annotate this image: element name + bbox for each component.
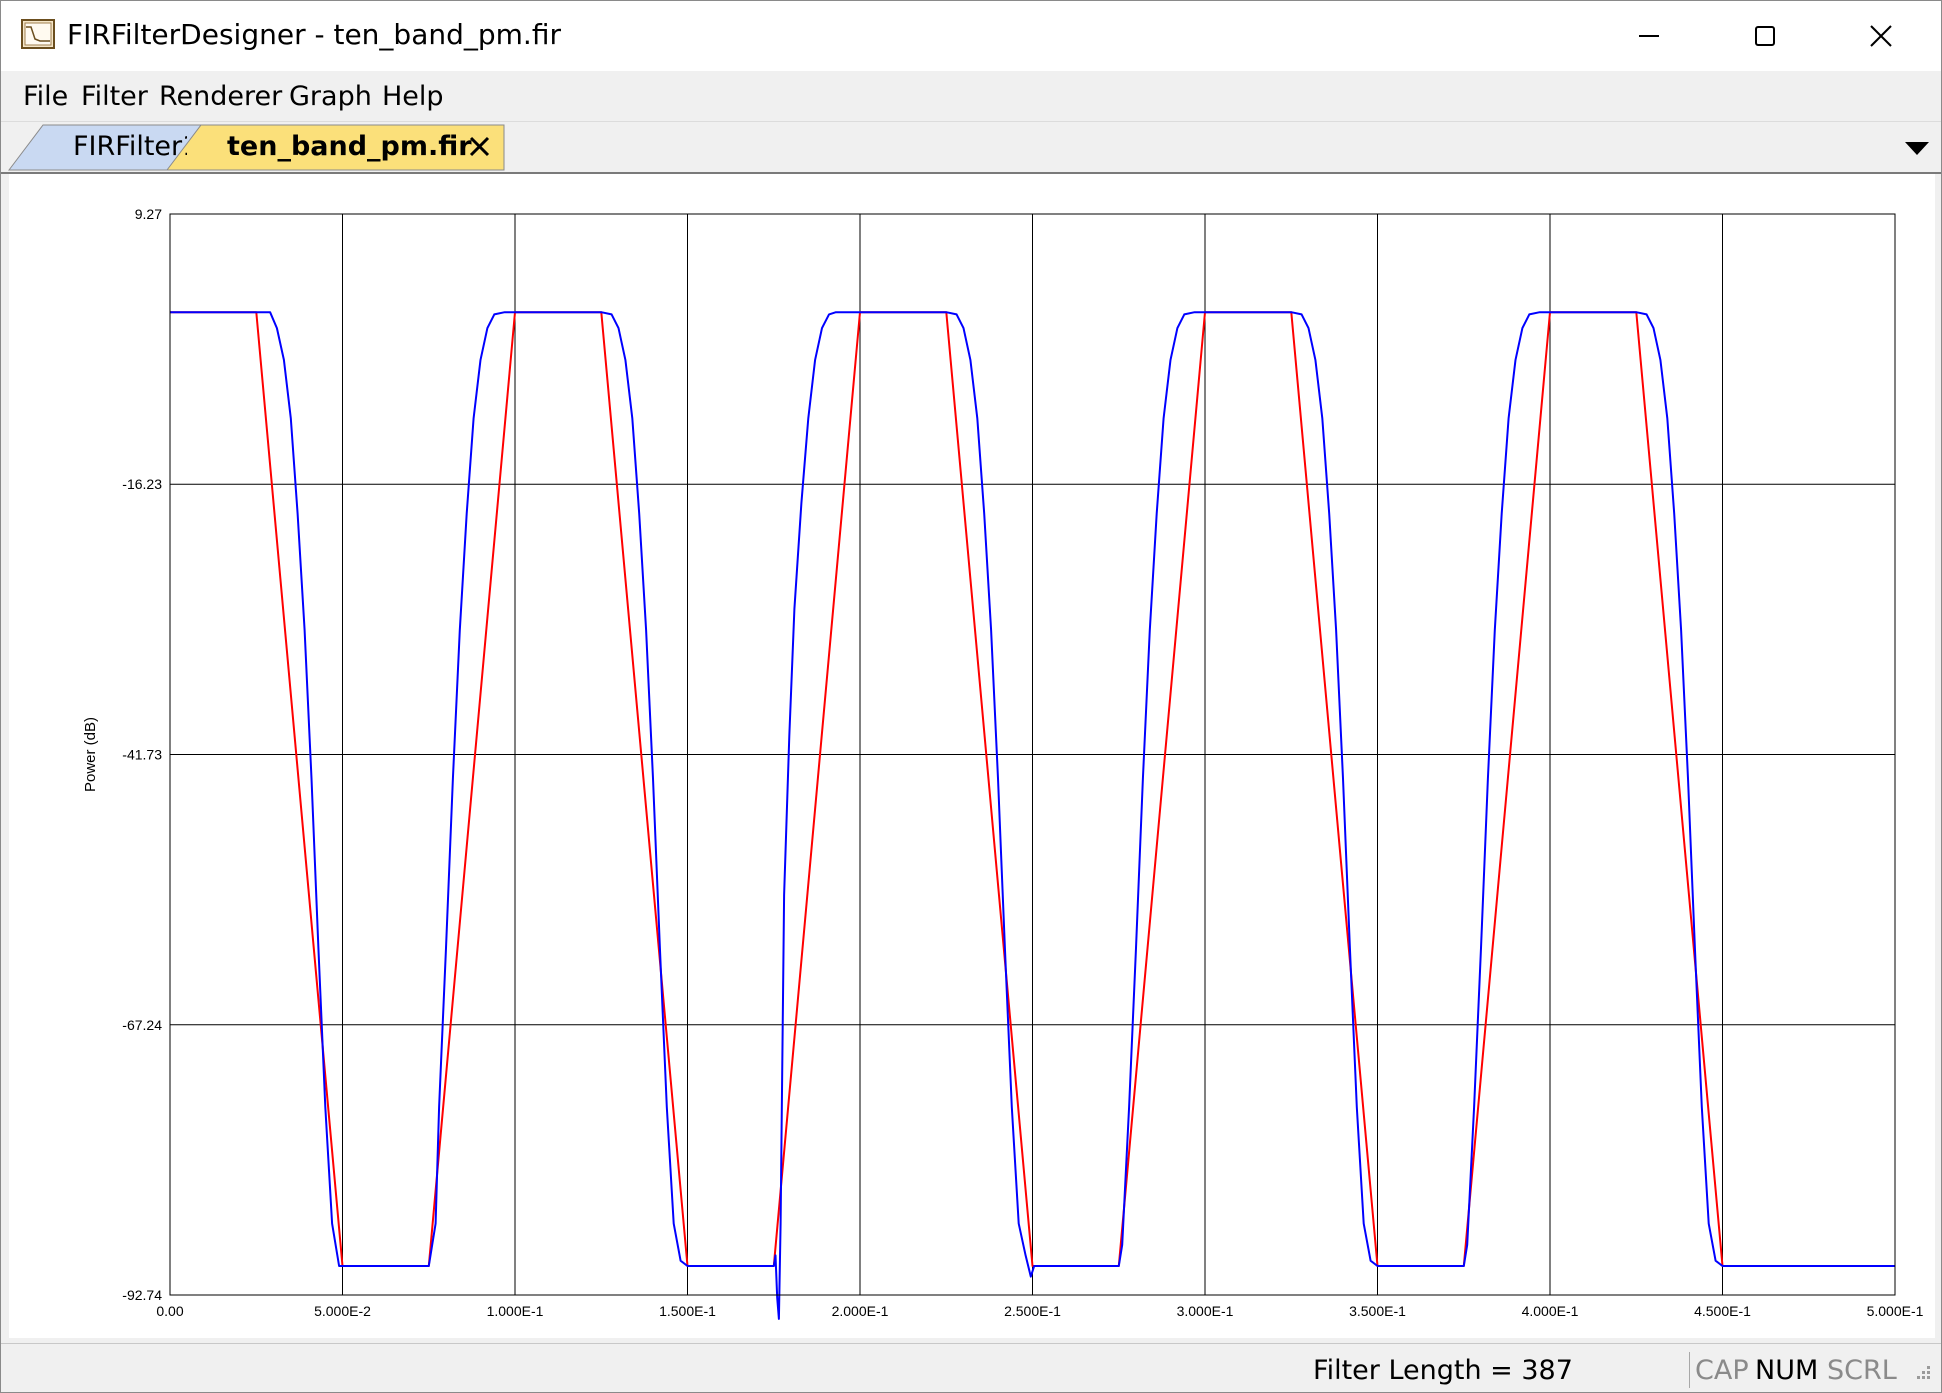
frequency-response-chart: 9.27 -16.23 -41.73 -67.24 -92.74 0.00 5.000E-… xyxy=(82,206,1924,1320)
y-tick-label: 9.27 xyxy=(135,206,162,222)
x-tick-label: 5.000E-2 xyxy=(314,1303,371,1319)
resize-grip-icon[interactable] xyxy=(1911,1362,1933,1384)
menu-renderer[interactable]: Renderer xyxy=(159,81,282,112)
x-tick-label: 1.500E-1 xyxy=(659,1303,716,1319)
y-tick-label: -41.73 xyxy=(122,746,162,762)
tab-ten-band-label[interactable]: ten_band_pm.fir xyxy=(227,131,472,162)
maximize-button[interactable] xyxy=(1707,1,1823,71)
x-tick-label: 0.00 xyxy=(156,1303,183,1319)
frequency-response-graph[interactable]: 9.27 -16.23 -41.73 -67.24 -92.74 0.00 5.000E-… xyxy=(9,174,1935,1338)
tab-bar: FIRFilter1 ten_band_pm.fir xyxy=(1,122,1941,174)
app-window: FIRFilterDesigner - ten_band_pm.fir File… xyxy=(0,0,1942,1393)
caps-lock-indicator: CAP xyxy=(1695,1355,1749,1386)
close-button[interactable] xyxy=(1823,1,1939,71)
minimize-icon xyxy=(1639,35,1659,37)
menu-graph[interactable]: Graph xyxy=(289,81,372,112)
x-tick-label: 5.000E-1 xyxy=(1867,1303,1924,1319)
y-tick-labels: 9.27 -16.23 -41.73 -67.24 -92.74 xyxy=(122,206,162,1303)
window-title: FIRFilterDesigner - ten_band_pm.fir xyxy=(67,18,561,51)
tab-firfilter1-label[interactable]: FIRFilter1 xyxy=(73,131,187,162)
x-tick-label: 2.000E-1 xyxy=(832,1303,889,1319)
x-tick-label: 2.500E-1 xyxy=(1004,1303,1061,1319)
x-tick-label: 3.000E-1 xyxy=(1177,1303,1234,1319)
x-tick-label: 3.500E-1 xyxy=(1349,1303,1406,1319)
title-bar[interactable]: FIRFilterDesigner - ten_band_pm.fir xyxy=(1,1,1941,71)
minimize-button[interactable] xyxy=(1591,1,1707,71)
status-bar: Filter Length = 387 CAP NUM SCRL xyxy=(1,1343,1941,1392)
x-tick-label: 4.500E-1 xyxy=(1694,1303,1751,1319)
app-icon xyxy=(21,19,55,49)
x-tick-labels: 0.00 5.000E-2 1.000E-1 1.500E-1 2.000E-1 2.50… xyxy=(156,1303,1923,1319)
status-separator xyxy=(1689,1352,1690,1388)
tab-list-dropdown-icon[interactable] xyxy=(1904,140,1930,156)
menu-help[interactable]: Help xyxy=(382,81,444,112)
y-tick-label: -16.23 xyxy=(122,476,162,492)
x-tick-label: 1.000E-1 xyxy=(487,1303,544,1319)
grid-lines xyxy=(169,213,1896,1296)
maximize-icon xyxy=(1755,26,1775,46)
filter-length-status: Filter Length = 387 xyxy=(1313,1355,1573,1386)
x-tick-label: 4.000E-1 xyxy=(1522,1303,1579,1319)
y-tick-label: -92.74 xyxy=(122,1287,162,1303)
num-lock-indicator: NUM xyxy=(1755,1355,1819,1386)
menu-bar: File Filter Renderer Graph Help xyxy=(1,73,1941,122)
menu-file[interactable]: File xyxy=(23,81,68,112)
close-icon xyxy=(1870,25,1892,47)
scroll-lock-indicator: SCRL xyxy=(1827,1355,1897,1386)
y-tick-label: -67.24 xyxy=(122,1017,162,1033)
menu-filter[interactable]: Filter xyxy=(81,81,148,112)
y-axis-label: Power (dB) xyxy=(82,717,99,792)
